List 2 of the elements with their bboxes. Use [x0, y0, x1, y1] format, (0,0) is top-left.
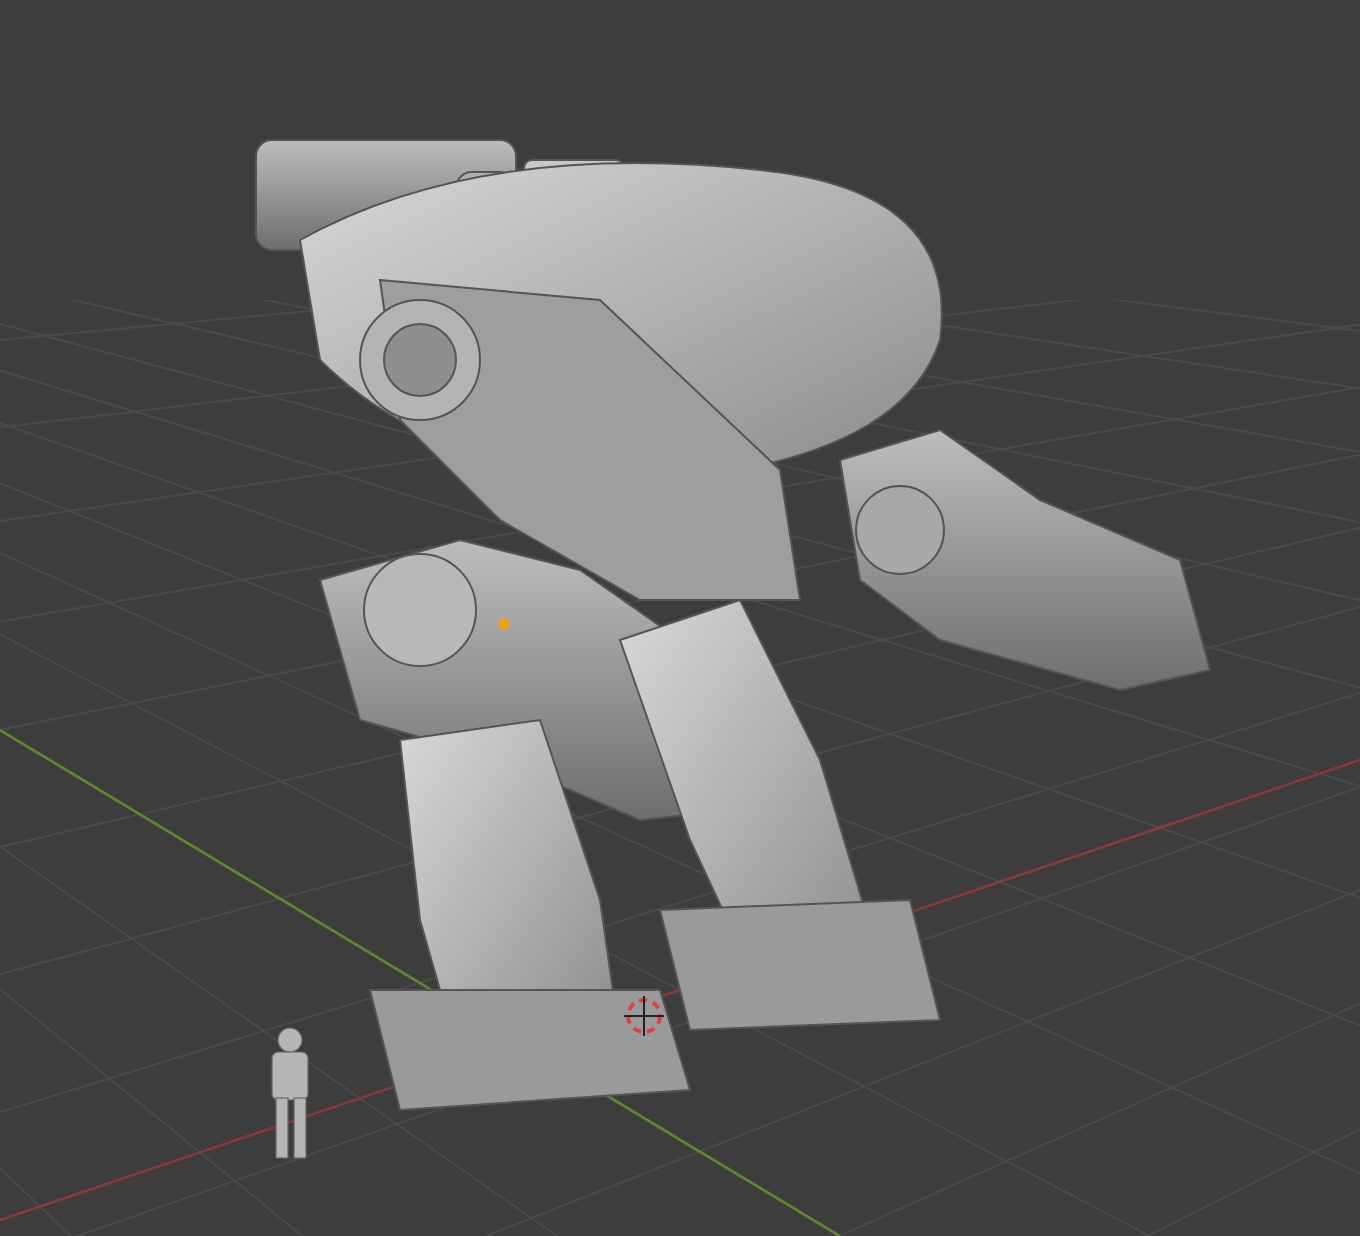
soldier-figure-drawing — [271, 1027, 309, 1159]
3d-cursor-icon[interactable] — [623, 995, 665, 1037]
